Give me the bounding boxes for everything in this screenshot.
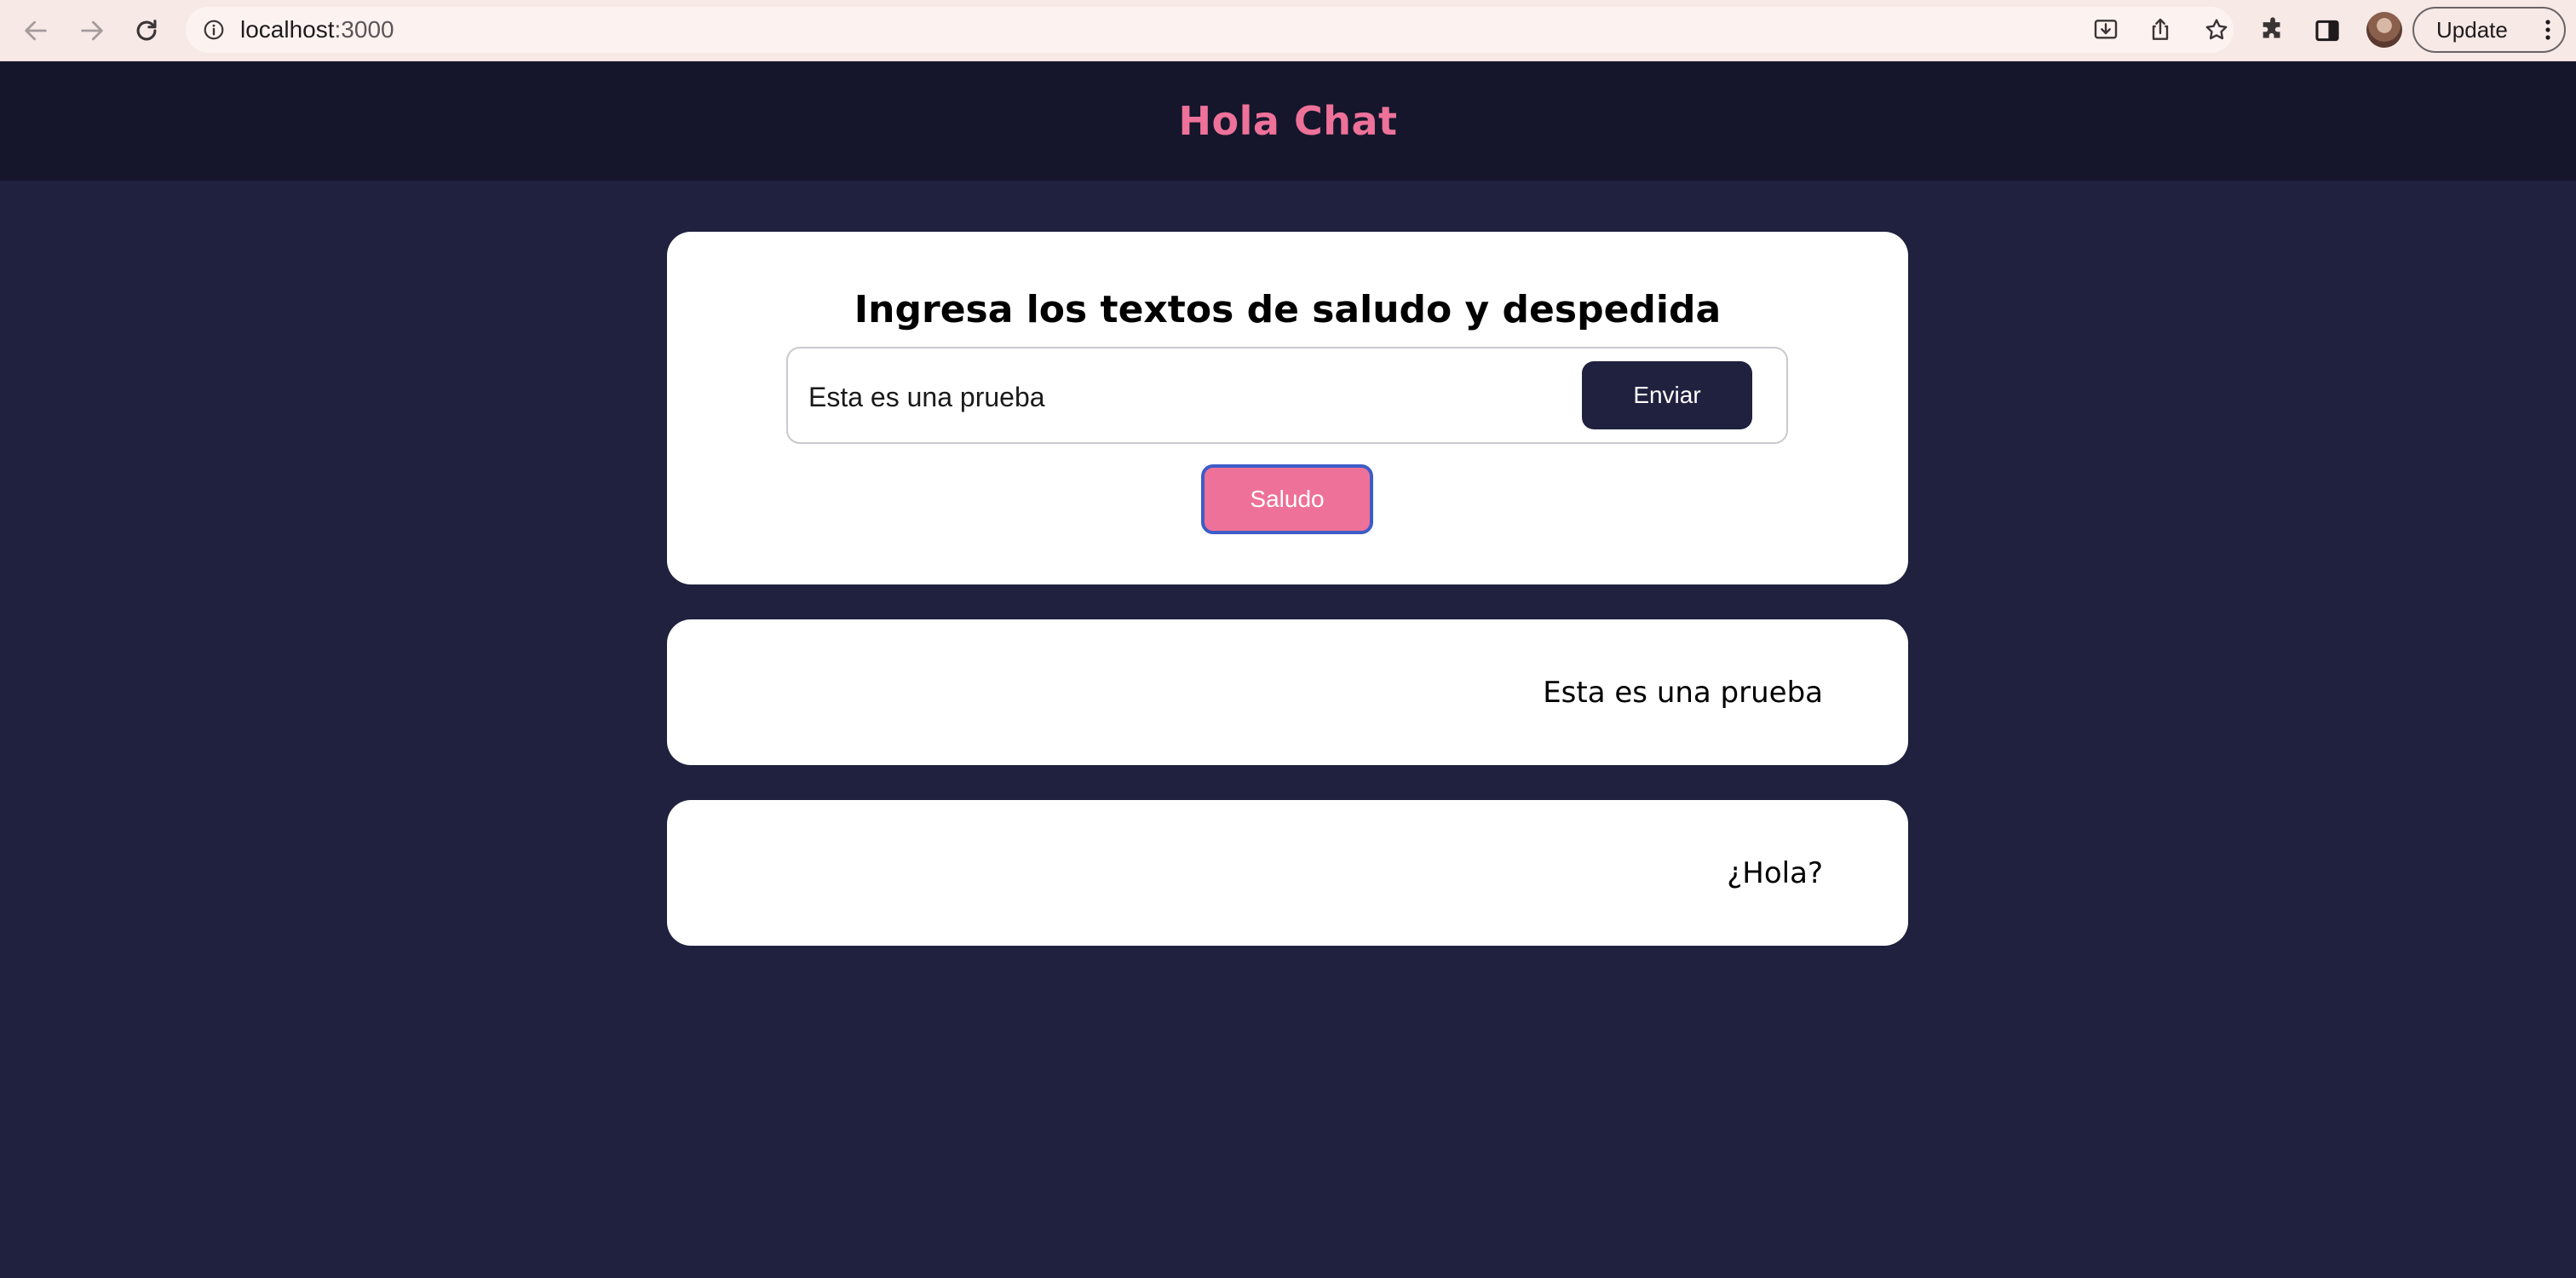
message-text: ¿Hola? bbox=[1727, 855, 1823, 890]
message-card: ¿Hola? bbox=[667, 800, 1908, 946]
share-icon[interactable] bbox=[2147, 16, 2174, 43]
message-input-group: Enviar bbox=[786, 347, 1788, 444]
extensions-puzzle-icon[interactable] bbox=[2256, 14, 2290, 48]
app-header: Hola Chat bbox=[0, 61, 2576, 181]
reload-icon[interactable] bbox=[128, 12, 165, 49]
site-info-icon[interactable] bbox=[201, 17, 227, 43]
url-text: localhost:3000 bbox=[240, 7, 394, 53]
address-bar[interactable]: localhost:3000 bbox=[186, 7, 2234, 53]
send-button[interactable]: Enviar bbox=[1582, 361, 1752, 429]
message-card: Esta es una prueba bbox=[667, 619, 1908, 765]
greeting-button[interactable]: Saludo bbox=[1201, 464, 1373, 534]
forward-arrow-icon[interactable] bbox=[73, 12, 111, 49]
update-button[interactable]: Update bbox=[2412, 7, 2566, 53]
update-button-label: Update bbox=[2436, 16, 2508, 43]
browser-toolbar: localhost:3000 Update bbox=[0, 0, 2576, 61]
app-title: Hola Chat bbox=[1178, 98, 1398, 144]
url-host: localhost bbox=[240, 16, 335, 43]
url-port: :3000 bbox=[334, 16, 394, 43]
back-arrow-icon[interactable] bbox=[17, 12, 55, 49]
more-menu-icon bbox=[2545, 20, 2550, 40]
message-text: Esta es una prueba bbox=[1543, 675, 1823, 710]
greeting-form-card: Ingresa los textos de saludo y despedida… bbox=[667, 232, 1908, 584]
install-app-icon[interactable] bbox=[2092, 16, 2119, 43]
form-heading: Ingresa los textos de saludo y despedida bbox=[854, 288, 1722, 331]
profile-avatar[interactable] bbox=[2366, 12, 2402, 48]
side-panel-icon[interactable] bbox=[2310, 14, 2344, 48]
bookmark-star-icon[interactable] bbox=[2203, 16, 2230, 43]
message-input[interactable] bbox=[807, 362, 1543, 432]
